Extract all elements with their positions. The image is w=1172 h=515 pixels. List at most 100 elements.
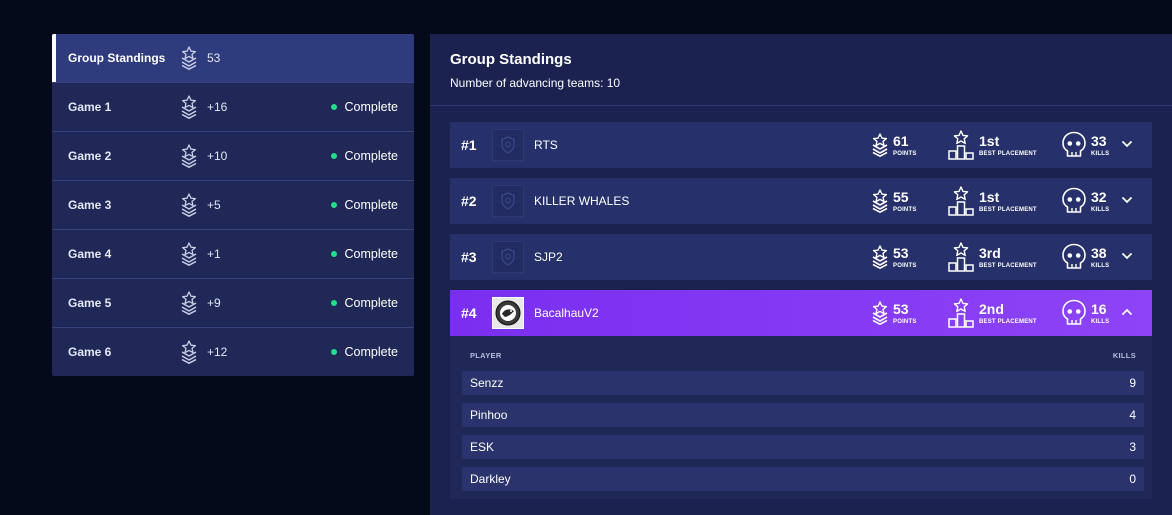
player-row: ESK 3 xyxy=(462,435,1144,459)
player-name: Darkley xyxy=(470,472,511,486)
points-value: 61 xyxy=(893,132,909,149)
kills-value: 32 xyxy=(1091,188,1107,205)
points-label: POINTS xyxy=(893,206,917,213)
sidebar-item-points: +16 xyxy=(207,100,228,114)
team-logo xyxy=(492,129,524,161)
points-value: 55 xyxy=(893,188,909,205)
team-name: SJP2 xyxy=(534,250,563,264)
points-badge-icon xyxy=(180,291,198,315)
shield-icon xyxy=(500,192,516,210)
sidebar-item-group-standings[interactable]: Group Standings 53 xyxy=(52,34,414,82)
player-row: Pinhoo 4 xyxy=(462,403,1144,427)
sidebar-item-points: +9 xyxy=(207,296,221,310)
podium-icon xyxy=(947,130,975,160)
team-logo xyxy=(492,185,524,217)
sidebar-item-game-2[interactable]: Game 2 +10 Complete xyxy=(52,131,414,180)
points-badge-icon xyxy=(180,242,198,266)
game-status: Complete xyxy=(330,247,398,261)
team-best-placement: 1st BEST PLACEMENT xyxy=(947,185,1037,217)
chevron-down-icon[interactable] xyxy=(1121,138,1133,150)
podium-icon xyxy=(947,298,975,328)
team-best-placement: 1st BEST PLACEMENT xyxy=(947,129,1037,161)
points-badge-icon xyxy=(180,193,198,217)
chevron-down-icon[interactable] xyxy=(1121,250,1133,262)
points-badge-icon xyxy=(180,144,198,168)
team-row-1[interactable]: #1 RTS 61 POINTS 1st BEST PLACEMENT 33 KILL… xyxy=(450,122,1152,168)
team-kills: 38 KILLS xyxy=(1061,241,1109,273)
sidebar-item-game-4[interactable]: Game 4 +1 Complete xyxy=(52,229,414,278)
points-value: 53 xyxy=(893,244,909,261)
sidebar-item-label: Group Standings xyxy=(68,51,166,65)
podium-icon xyxy=(947,242,975,272)
sidebar-item-points: +10 xyxy=(207,149,228,163)
sidebar-item-label: Game 1 xyxy=(68,100,112,114)
sidebar-item-game-6[interactable]: Game 6 +12 Complete xyxy=(52,327,414,376)
game-status-label: Complete xyxy=(344,345,399,359)
game-list: Group Standings 53 Game 1 +16 Complete G… xyxy=(52,34,414,376)
placement-label: BEST PLACEMENT xyxy=(979,206,1037,213)
sidebar-item-points: +12 xyxy=(207,345,228,359)
sidebar-item-label: Game 5 xyxy=(68,296,112,310)
placement-value: 2nd xyxy=(979,300,1004,317)
player-name: ESK xyxy=(470,440,495,454)
team-points: 55 POINTS xyxy=(871,185,917,217)
team-name: BacalhauV2 xyxy=(534,306,599,320)
sidebar-item-points: +5 xyxy=(207,198,221,212)
placement-value: 1st xyxy=(979,188,1000,205)
team-row-2[interactable]: #2 KILLER WHALES 55 POINTS 1st BEST PLACEM… xyxy=(450,178,1152,224)
placement-label: BEST PLACEMENT xyxy=(979,150,1037,157)
points-label: POINTS xyxy=(893,262,917,269)
game-status-label: Complete xyxy=(344,296,399,310)
status-dot-icon xyxy=(330,300,337,306)
advancing-teams-text: Number of advancing teams: 10 xyxy=(450,76,621,90)
team-name: KILLER WHALES xyxy=(534,194,630,208)
points-label: POINTS xyxy=(893,318,917,325)
skull-icon xyxy=(1061,131,1087,159)
placement-label: BEST PLACEMENT xyxy=(979,262,1037,269)
game-status: Complete xyxy=(330,198,398,212)
sidebar-item-points: 53 xyxy=(207,51,221,65)
team-kills: 33 KILLS xyxy=(1061,129,1109,161)
kills-label: KILLS xyxy=(1091,206,1110,213)
sidebar-item-game-3[interactable]: Game 3 +5 Complete xyxy=(52,180,414,229)
placement-value: 3rd xyxy=(979,244,1001,261)
placement-value: 1st xyxy=(979,132,1000,149)
player-kills: 4 xyxy=(1129,408,1136,422)
game-status: Complete xyxy=(330,100,398,114)
sidebar-item-points: +1 xyxy=(207,247,221,261)
points-label: POINTS xyxy=(893,150,917,157)
team-rank: #2 xyxy=(461,193,477,209)
team-best-placement: 2nd BEST PLACEMENT xyxy=(947,297,1037,329)
team-rank: #3 xyxy=(461,249,477,265)
player-column-header: PLAYER xyxy=(470,350,502,360)
status-dot-icon xyxy=(330,104,337,110)
team-crest-icon xyxy=(495,300,521,326)
chevron-up-icon[interactable] xyxy=(1121,306,1133,318)
sidebar-item-label: Game 4 xyxy=(68,247,112,261)
game-status: Complete xyxy=(330,296,399,310)
team-row-3[interactable]: #3 SJP2 53 POINTS 3rd BEST PLACEMENT 38 KIL… xyxy=(450,234,1152,280)
team-logo xyxy=(492,241,524,273)
team-row-4[interactable]: #4 BacalhauV2 53 POINTS 2nd BEST PLACEMENT xyxy=(450,290,1152,336)
team-points: 53 POINTS xyxy=(871,297,917,329)
standings-list: #1 RTS 61 POINTS 1st BEST PLACEMENT 33 KILL… xyxy=(450,122,1152,499)
kills-column-header: KILLS xyxy=(1112,350,1136,360)
status-dot-icon xyxy=(330,251,337,257)
status-dot-icon xyxy=(330,202,337,208)
team-name: RTS xyxy=(534,138,558,152)
team-players-table: PLAYER KILLS Senzz 9 Pinhoo 4 ESK 3 Dark… xyxy=(450,336,1152,499)
skull-icon xyxy=(1061,299,1087,327)
team-rank: #1 xyxy=(461,137,477,153)
chevron-down-icon[interactable] xyxy=(1121,194,1133,206)
status-dot-icon xyxy=(330,349,337,355)
team-kills: 32 KILLS xyxy=(1061,185,1109,217)
standings-header: Group Standings Number of advancing team… xyxy=(430,34,1172,106)
game-status: Complete xyxy=(330,149,398,163)
sidebar-item-game-5[interactable]: Game 5 +9 Complete xyxy=(52,278,414,327)
sidebar-item-game-1[interactable]: Game 1 +16 Complete xyxy=(52,82,414,131)
shield-icon xyxy=(500,136,516,154)
player-name: Senzz xyxy=(470,376,504,390)
kills-label: KILLS xyxy=(1091,318,1110,325)
points-badge-icon xyxy=(871,131,889,159)
placement-label: BEST PLACEMENT xyxy=(979,318,1037,325)
